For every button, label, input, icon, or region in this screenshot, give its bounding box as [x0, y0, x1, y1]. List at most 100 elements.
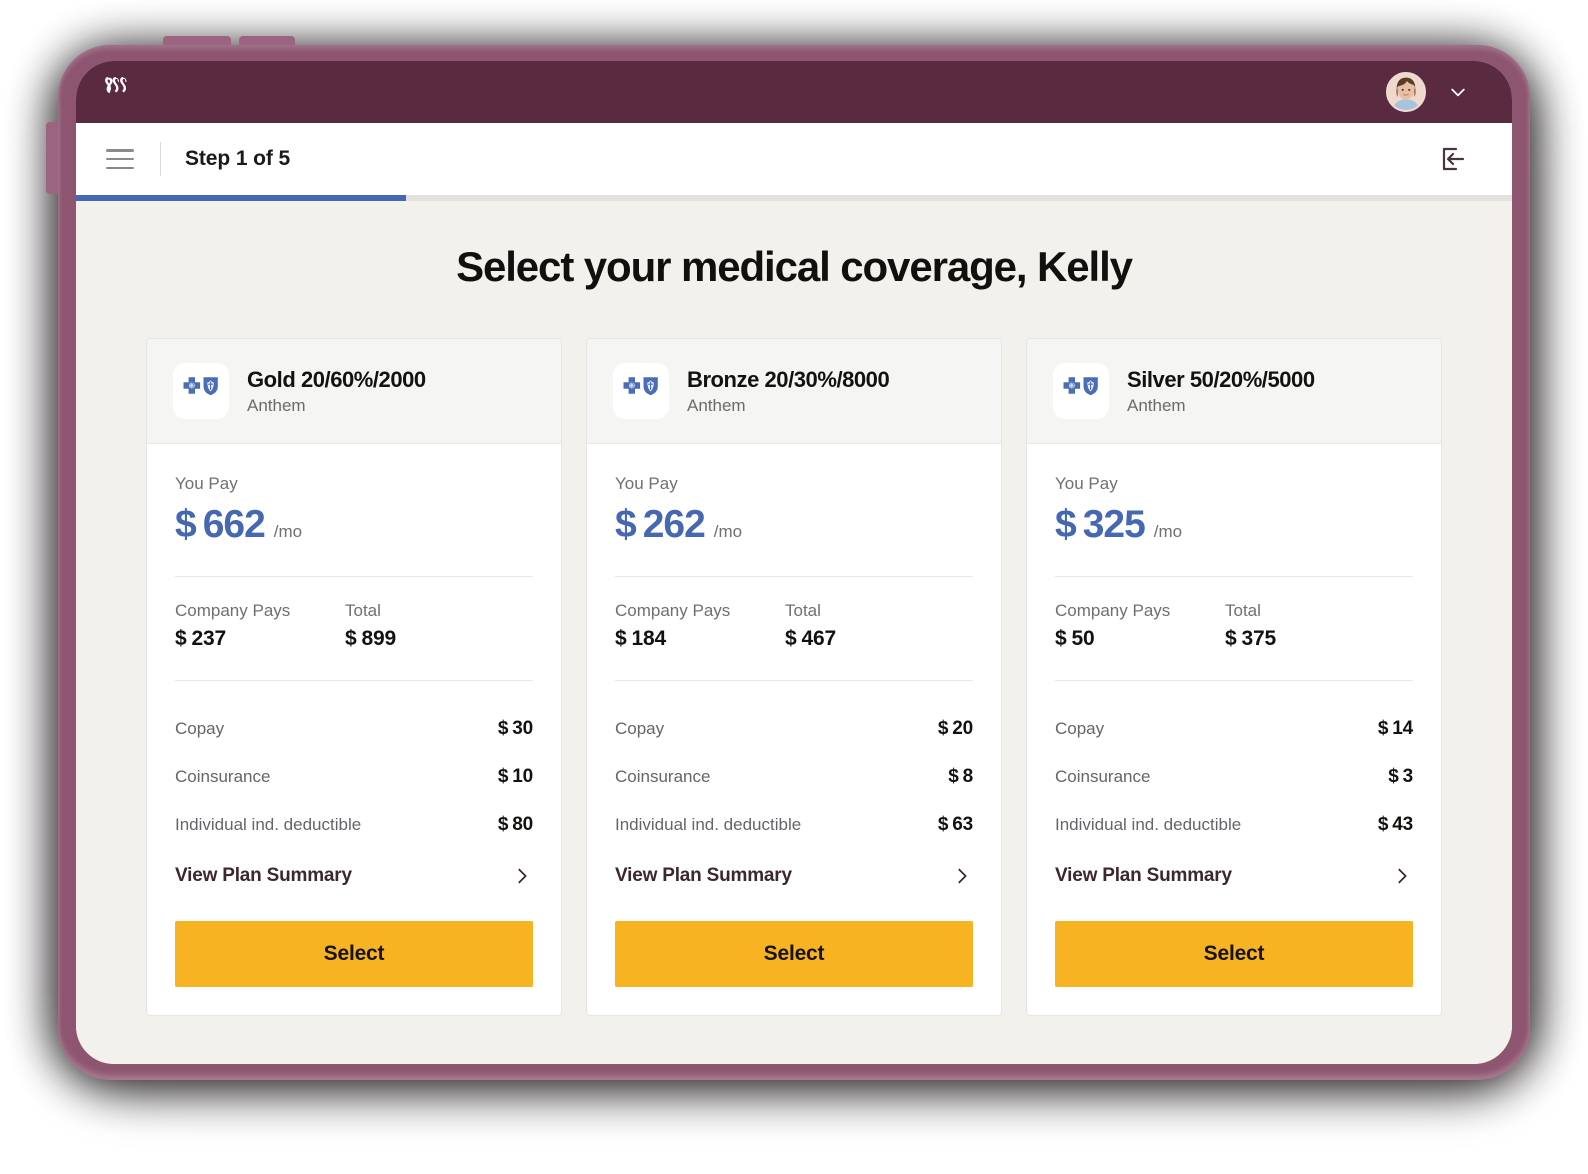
you-pay-label: You Pay [615, 474, 678, 493]
deductible-row: Individual ind. deductible $80 [175, 801, 533, 849]
plan-card-body: You Pay $662 /mo Company Pays $237 Total… [147, 444, 561, 1015]
step-bar: Step 1 of 5 [76, 123, 1512, 195]
coinsurance-row: Coinsurance $3 [1055, 753, 1413, 801]
chevron-right-icon [511, 865, 533, 887]
total-label: Total [785, 601, 821, 620]
anthem-bcbs-icon [1053, 363, 1109, 419]
plan-card-title-group: Silver 50/20%/5000 Anthem [1127, 366, 1315, 417]
plan-card-body: You Pay $325 /mo Company Pays $50 Total … [1027, 444, 1441, 1015]
hamburger-menu-icon[interactable] [106, 149, 134, 169]
copay-label: Copay [175, 719, 225, 738]
you-pay-price-row: $325 /mo [1055, 503, 1413, 547]
company-pays-amount: $184 [615, 627, 666, 650]
plan-card[interactable]: Bronze 20/30%/8000 Anthem You Pay $262 /… [586, 338, 1002, 1016]
coinsurance-row: Coinsurance $10 [175, 753, 533, 801]
plan-card-list: Gold 20/60%/2000 Anthem You Pay $662 /mo… [146, 338, 1442, 1016]
plan-card-body: You Pay $262 /mo Company Pays $184 Total… [587, 444, 1001, 1015]
select-button[interactable]: Select [1055, 921, 1413, 987]
coinsurance-value: $10 [497, 766, 533, 787]
deductible-value: $63 [937, 814, 973, 835]
view-plan-summary-link[interactable]: View Plan Summary [615, 849, 973, 887]
copay-label: Copay [615, 719, 665, 738]
company-pays-block: Company Pays $50 [1055, 601, 1225, 651]
deductible-label: Individual ind. deductible [615, 815, 802, 834]
view-plan-summary-label: View Plan Summary [615, 865, 792, 886]
copay-value: $30 [497, 718, 533, 739]
company-pays-label: Company Pays [175, 601, 291, 620]
divider [615, 680, 973, 681]
tablet-screen: Step 1 of 5 Select your medical coverage… [76, 61, 1512, 1064]
anthem-bcbs-icon [173, 363, 229, 419]
cost-split: Company Pays $50 Total $375 [1055, 601, 1413, 651]
screenshot-stage: Step 1 of 5 Select your medical coverage… [0, 0, 1588, 1174]
deductible-row: Individual ind. deductible $63 [615, 801, 973, 849]
plan-card[interactable]: Gold 20/60%/2000 Anthem You Pay $662 /mo… [146, 338, 562, 1016]
brand-bar-right [1386, 72, 1468, 112]
total-label: Total [1225, 601, 1261, 620]
cost-split: Company Pays $184 Total $467 [615, 601, 973, 651]
view-plan-summary-link[interactable]: View Plan Summary [1055, 849, 1413, 887]
copay-row: Copay $20 [615, 705, 973, 753]
total-amount: $899 [345, 627, 396, 650]
divider [1055, 680, 1413, 681]
anthem-bcbs-icon [613, 363, 669, 419]
chevron-down-icon[interactable] [1448, 82, 1468, 102]
total-label: Total [345, 601, 381, 620]
select-button[interactable]: Select [175, 921, 533, 987]
avatar[interactable] [1386, 72, 1426, 112]
you-pay-amount: $325 [1055, 503, 1146, 546]
plan-name: Bronze 20/30%/8000 [687, 366, 890, 392]
divider [615, 576, 973, 577]
plan-card[interactable]: Silver 50/20%/5000 Anthem You Pay $325 /… [1026, 338, 1442, 1016]
tablet-device-frame: Step 1 of 5 Select your medical coverage… [58, 45, 1530, 1080]
plan-carrier: Anthem [687, 396, 746, 416]
select-button[interactable]: Select [615, 921, 973, 987]
logout-icon[interactable] [1438, 144, 1468, 174]
brand-bar [76, 61, 1512, 123]
plan-carrier: Anthem [1127, 396, 1186, 416]
you-pay-amount: $662 [175, 503, 266, 546]
you-pay-price-row: $662 /mo [175, 503, 533, 547]
rippling-logo-icon[interactable] [104, 77, 140, 107]
company-pays-label: Company Pays [615, 601, 731, 620]
plan-carrier: Anthem [247, 396, 306, 416]
copay-row: Copay $14 [1055, 705, 1413, 753]
company-pays-amount: $50 [1055, 627, 1095, 650]
view-plan-summary-link[interactable]: View Plan Summary [175, 849, 533, 887]
total-amount: $375 [1225, 627, 1276, 650]
coinsurance-label: Coinsurance [615, 767, 711, 786]
coinsurance-row: Coinsurance $8 [615, 753, 973, 801]
per-month-label: /mo [1153, 522, 1183, 541]
copay-value: $14 [1377, 718, 1413, 739]
total-block: Total $467 [785, 601, 836, 651]
plan-card-header: Silver 50/20%/5000 Anthem [1027, 339, 1441, 444]
deductible-row: Individual ind. deductible $43 [1055, 801, 1413, 849]
plan-name: Silver 50/20%/5000 [1127, 366, 1315, 392]
plan-card-title-group: Bronze 20/30%/8000 Anthem [687, 366, 890, 417]
total-amount: $467 [785, 627, 836, 650]
company-pays-amount: $237 [175, 627, 226, 650]
copay-value: $20 [937, 718, 973, 739]
company-pays-block: Company Pays $237 [175, 601, 345, 651]
divider [175, 576, 533, 577]
you-pay-label: You Pay [1055, 474, 1118, 493]
deductible-label: Individual ind. deductible [1055, 815, 1242, 834]
total-block: Total $899 [345, 601, 396, 651]
company-pays-block: Company Pays $184 [615, 601, 785, 651]
view-plan-summary-label: View Plan Summary [1055, 865, 1232, 886]
coinsurance-value: $8 [948, 766, 973, 787]
coinsurance-label: Coinsurance [1055, 767, 1151, 786]
plan-name: Gold 20/60%/2000 [247, 366, 426, 392]
plan-card-title-group: Gold 20/60%/2000 Anthem [247, 366, 426, 417]
deductible-value: $80 [497, 814, 533, 835]
total-block: Total $375 [1225, 601, 1276, 651]
copay-label: Copay [1055, 719, 1105, 738]
divider [1055, 576, 1413, 577]
you-pay-label: You Pay [175, 474, 238, 493]
cost-split: Company Pays $237 Total $899 [175, 601, 533, 651]
per-month-label: /mo [273, 522, 303, 541]
per-month-label: /mo [713, 522, 743, 541]
deductible-label: Individual ind. deductible [175, 815, 362, 834]
page-content: Select your medical coverage, Kelly Gold… [76, 201, 1512, 1064]
copay-row: Copay $30 [175, 705, 533, 753]
